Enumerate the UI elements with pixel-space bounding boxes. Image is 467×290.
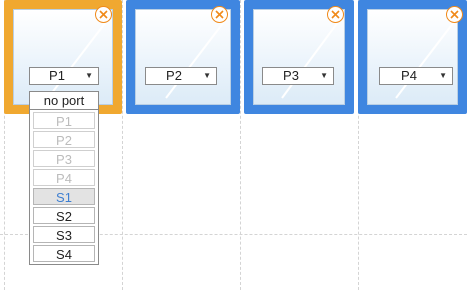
grid-line <box>122 0 123 290</box>
dropdown-option-p2: P2 <box>33 131 95 148</box>
chevron-down-icon: ▼ <box>203 71 211 80</box>
chevron-down-icon: ▼ <box>320 71 328 80</box>
close-icon[interactable] <box>95 6 112 23</box>
port-select[interactable]: P2 ▼ <box>145 67 217 85</box>
port-slot-4[interactable]: P4 ▼ <box>358 0 467 114</box>
dropdown-option-p3: P3 <box>33 150 95 167</box>
dropdown-option-no-port[interactable]: no port <box>30 92 98 110</box>
dropdown-option-s1[interactable]: S1 <box>33 188 95 205</box>
chevron-down-icon: ▼ <box>439 71 447 80</box>
card-sheen <box>165 13 230 99</box>
port-select[interactable]: P1 ▼ <box>29 67 99 85</box>
close-icon[interactable] <box>211 6 228 23</box>
dropdown-option-s2[interactable]: S2 <box>33 207 95 224</box>
chevron-down-icon: ▼ <box>85 71 93 80</box>
device-card <box>135 9 231 105</box>
device-card <box>253 9 345 105</box>
dropdown-option-s3[interactable]: S3 <box>33 226 95 243</box>
port-dropdown-list[interactable]: no port P1 P2 P3 P4 S1 S2 S3 S4 <box>29 91 99 265</box>
port-select-value: P4 <box>401 68 417 83</box>
card-sheen <box>281 13 344 99</box>
port-select[interactable]: P3 ▼ <box>262 67 334 85</box>
grid-line <box>240 0 241 290</box>
close-icon[interactable] <box>327 6 344 23</box>
close-icon[interactable] <box>446 6 463 23</box>
dropdown-option-s4[interactable]: S4 <box>33 245 95 262</box>
port-slot-2[interactable]: P2 ▼ <box>126 0 240 114</box>
port-select-value: P3 <box>283 68 299 83</box>
port-select-value: P1 <box>49 68 65 83</box>
port-select-value: P2 <box>166 68 182 83</box>
dropdown-option-p1: P1 <box>33 112 95 129</box>
dropdown-option-p4: P4 <box>33 169 95 186</box>
port-slot-3[interactable]: P3 ▼ <box>244 0 354 114</box>
port-select[interactable]: P4 ▼ <box>379 67 453 85</box>
device-card <box>367 9 458 105</box>
card-sheen <box>395 16 457 99</box>
